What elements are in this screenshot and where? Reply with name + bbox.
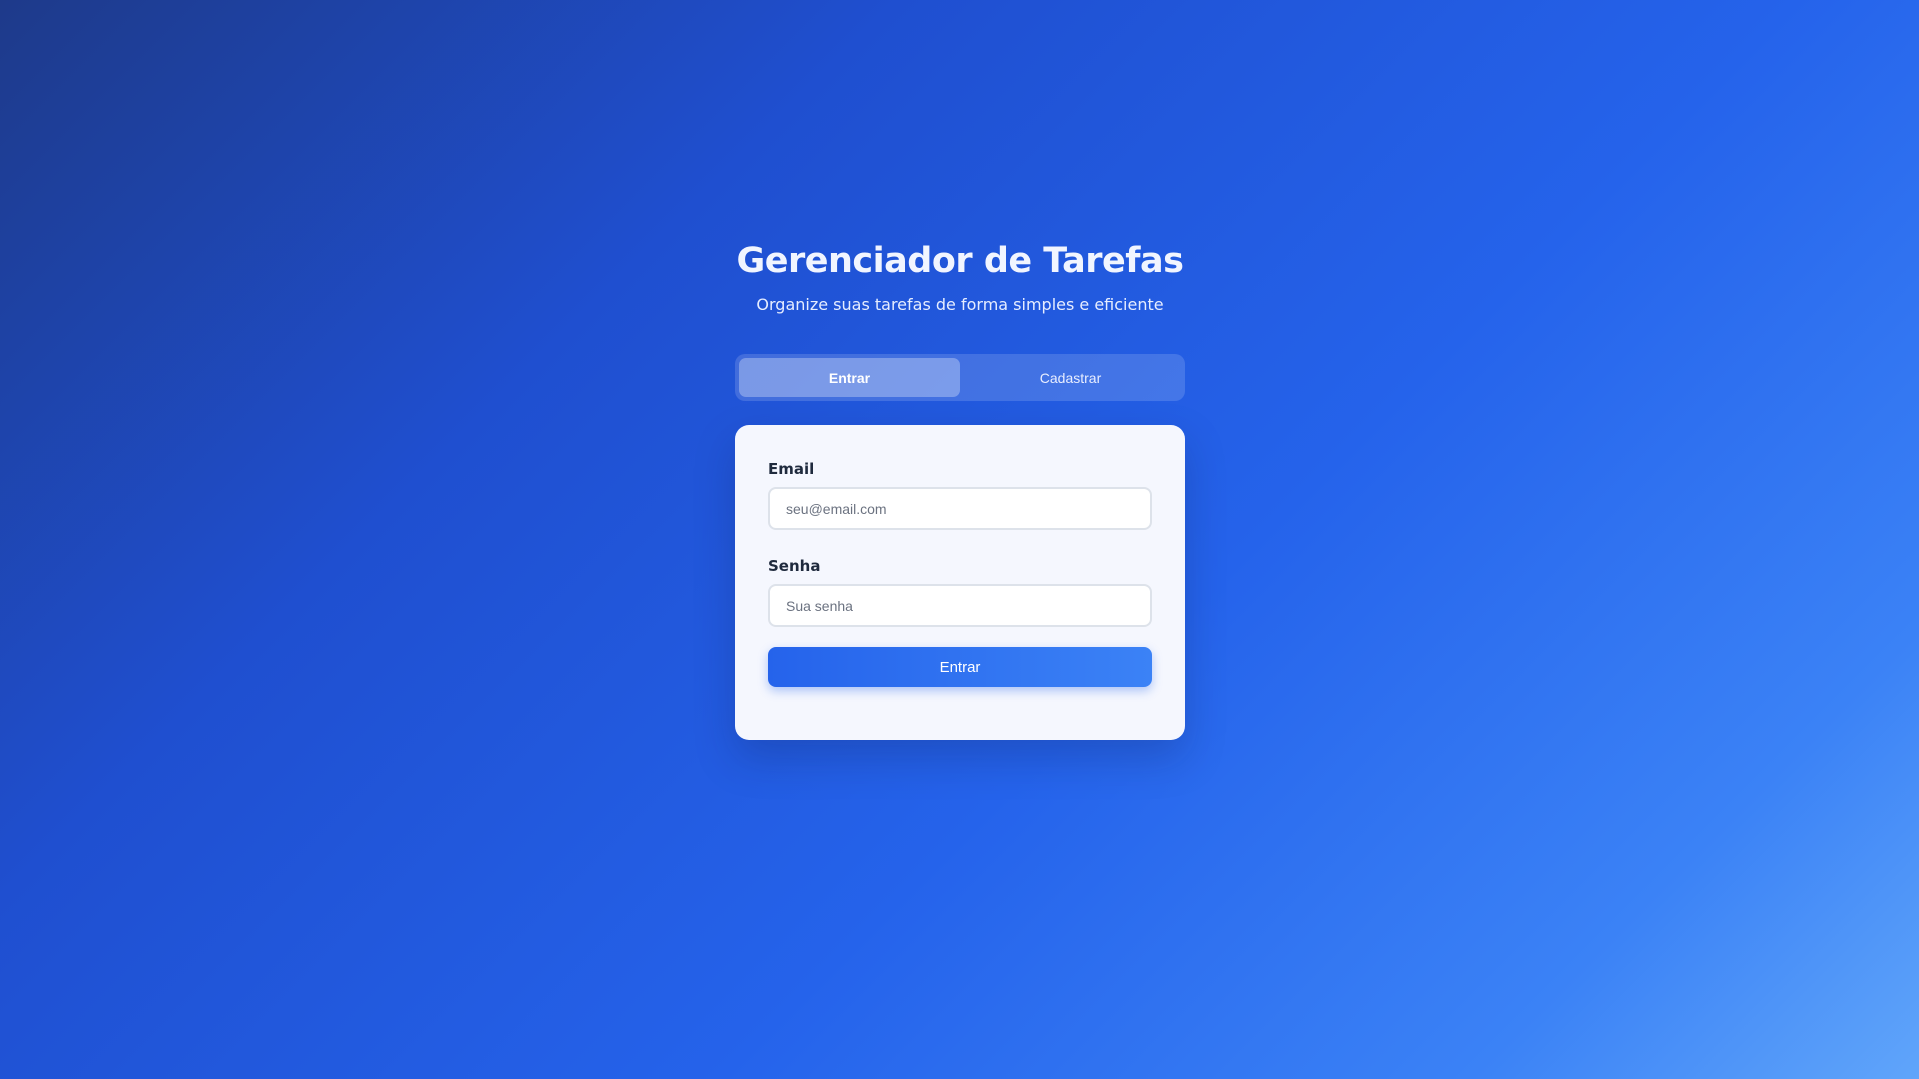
password-input[interactable] — [768, 584, 1152, 627]
auth-container: Gerenciador de Tarefas Organize suas tar… — [735, 236, 1185, 740]
login-button[interactable]: Entrar — [768, 647, 1152, 687]
password-field-group: Senha — [768, 556, 1152, 627]
email-input[interactable] — [768, 487, 1152, 530]
password-label: Senha — [768, 557, 821, 575]
page-title: Gerenciador de Tarefas — [736, 241, 1184, 281]
login-card: Email Senha Entrar — [735, 425, 1185, 740]
tab-register[interactable]: Cadastrar — [960, 358, 1181, 397]
auth-tabs: Entrar Cadastrar — [735, 354, 1185, 401]
email-field-group: Email — [768, 459, 1152, 530]
email-label: Email — [768, 460, 815, 478]
page-subtitle: Organize suas tarefas de forma simples e… — [756, 295, 1164, 314]
tab-login[interactable]: Entrar — [739, 358, 960, 397]
